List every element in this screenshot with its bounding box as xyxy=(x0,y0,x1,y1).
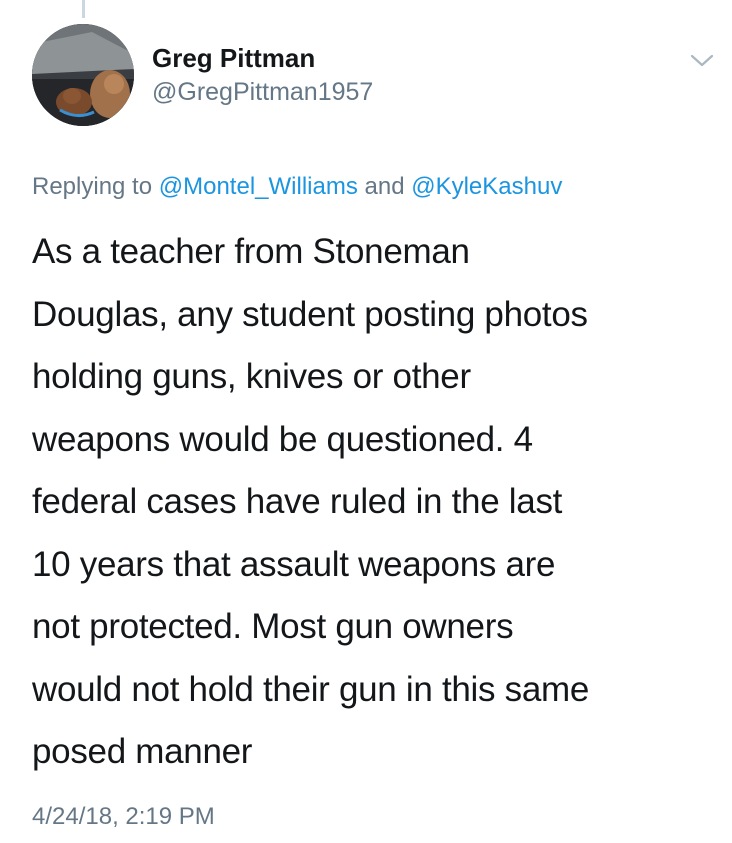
mention-link-montel-williams[interactable]: @Montel_Williams xyxy=(159,173,358,200)
author-block[interactable]: Greg Pittman @GregPittman1957 xyxy=(152,42,373,108)
author-display-name[interactable]: Greg Pittman xyxy=(152,42,373,74)
mention-link-kyle-kashuv[interactable]: @KyleKashuv xyxy=(411,173,562,200)
tweet-timestamp[interactable]: 4/24/18, 2:19 PM xyxy=(32,802,215,832)
tweet-body-text: As a teacher from Stoneman Douglas, any … xyxy=(32,232,590,771)
reply-context: Replying to @Montel_Williams and @KyleKa… xyxy=(32,172,562,202)
avatar-photo xyxy=(32,24,134,126)
avatar[interactable] xyxy=(32,24,134,126)
reply-context-joiner: and xyxy=(364,173,405,200)
thread-connector-line xyxy=(82,0,85,18)
chevron-down-icon[interactable] xyxy=(688,50,716,70)
reply-context-prefix: Replying to xyxy=(32,173,153,200)
author-handle[interactable]: @GregPittman1957 xyxy=(152,76,373,108)
